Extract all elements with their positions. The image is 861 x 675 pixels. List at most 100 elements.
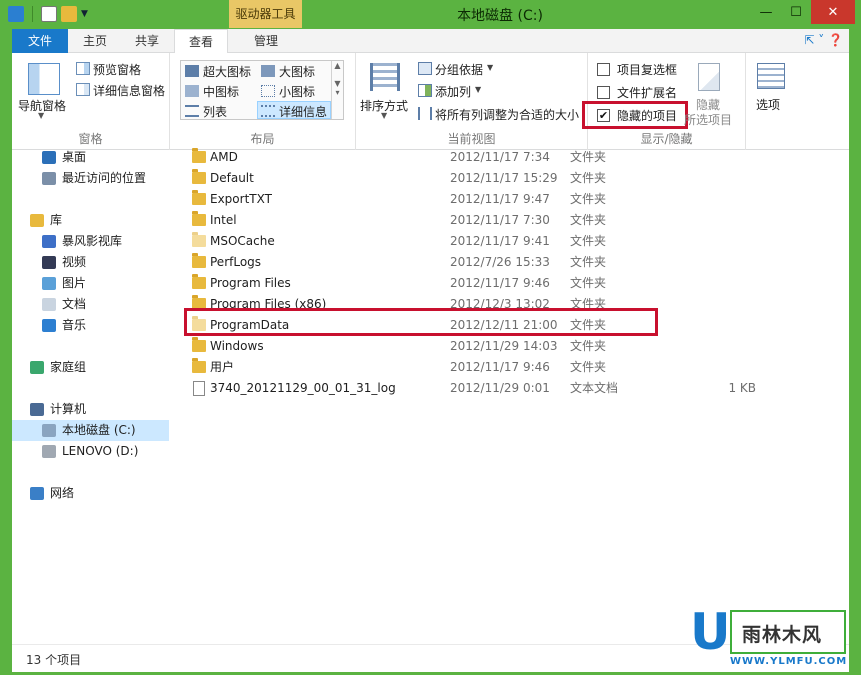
layout-extra-large-icons[interactable]: 超大图标 <box>203 63 251 80</box>
folder-icon <box>192 190 206 205</box>
drive-d-icon <box>42 445 56 458</box>
item-checkboxes-checkbox[interactable] <box>597 63 610 76</box>
tab-manage[interactable]: 管理 <box>230 29 302 53</box>
details-icon <box>261 105 275 117</box>
ribbon-help-icon[interactable]: ⇱ ˅ ❓ <box>804 33 843 47</box>
file-type: 文件夹 <box>570 150 607 164</box>
sidebar-item-pictures[interactable]: 图片 <box>42 273 86 294</box>
layout-large-icons[interactable]: 大图标 <box>279 63 315 80</box>
file-type: 文件夹 <box>570 234 607 248</box>
music-icon <box>42 319 56 332</box>
file-list: AMD 2012/11/17 7:34 文件夹 Default 2012/11/17 1… <box>182 147 849 644</box>
file-extensions-checkbox[interactable] <box>597 86 610 99</box>
sort-dropdown-icon: ▼ <box>381 111 388 120</box>
sidebar-item-music[interactable]: 音乐 <box>42 315 86 336</box>
qat-dropdown-icon[interactable]: ▼ <box>81 9 88 19</box>
table-row[interactable]: PerfLogs 2012/7/26 15:33 文件夹 <box>182 252 782 273</box>
layout-medium-icons[interactable]: 中图标 <box>203 83 239 100</box>
sidebar-item-label: 视频 <box>62 255 87 269</box>
layout-gallery-scroll[interactable]: ▲ ▼ ▾ <box>331 61 343 119</box>
details-pane-icon <box>76 83 90 96</box>
watermark-letter: U <box>690 603 731 661</box>
close-icon[interactable]: ✕ <box>811 0 855 24</box>
folder-icon <box>192 253 206 268</box>
table-row[interactable]: 用户 2012/11/17 9:46 文件夹 <box>182 357 782 378</box>
group-by-icon <box>418 62 432 75</box>
item-count: 13 个项目 <box>26 653 82 667</box>
computer-icon <box>30 403 44 416</box>
sidebar-item-network[interactable]: 网络 <box>30 483 74 504</box>
folder-icon <box>192 337 206 352</box>
ribbon-group-current-view: 排序方式 ▼ 分组依据 ▼ 添加列 ▼ 将所有列调整为合适的大小 当前视图 <box>356 53 588 150</box>
nav-pane-dropdown-icon: ▼ <box>38 111 45 120</box>
sidebar-item-recent-places[interactable]: 最近访问的位置 <box>42 168 146 189</box>
sidebar-item-desktop[interactable]: 桌面 <box>42 147 86 168</box>
file-size: 1 KB <box>728 381 756 395</box>
options-label: 选项 <box>756 98 781 112</box>
table-row[interactable]: Windows 2012/11/29 14:03 文件夹 <box>182 336 782 357</box>
tab-home[interactable]: 主页 <box>70 29 120 53</box>
sidebar-item-drive-d[interactable]: LENOVO (D:) <box>42 441 138 462</box>
file-date-modified: 2012/11/17 15:29 <box>450 171 558 185</box>
watermark-brand: 雨林木风 <box>742 624 823 646</box>
sort-icon <box>370 63 400 91</box>
file-date-modified: 2012/11/17 9:47 <box>450 192 550 206</box>
folder-icon <box>192 274 206 289</box>
panes-group-label: 窗格 <box>78 132 103 146</box>
large-icons-icon <box>261 65 275 77</box>
file-date-modified: 2012/11/29 14:03 <box>450 339 558 353</box>
file-date-modified: 2012/11/17 7:30 <box>450 213 550 227</box>
sidebar-item-computer[interactable]: 计算机 <box>30 399 86 420</box>
tab-file[interactable]: 文件 <box>12 29 68 53</box>
table-row[interactable]: ExportTXT 2012/11/17 9:47 文件夹 <box>182 189 782 210</box>
new-folder-icon[interactable] <box>61 6 77 22</box>
fit-columns-button[interactable]: 将所有列调整为合适的大小 <box>435 106 579 123</box>
tab-share[interactable]: 共享 <box>122 29 172 53</box>
add-columns-button[interactable]: 添加列 <box>435 83 471 100</box>
sidebar-item-library[interactable]: 库 <box>30 210 62 231</box>
sidebar-item-videos[interactable]: 视频 <box>42 252 86 273</box>
file-date-modified: 2012/7/26 15:33 <box>450 255 550 269</box>
tab-view[interactable]: 查看 <box>174 29 228 54</box>
explorer-icon[interactable] <box>8 6 24 22</box>
file-name: MSOCache <box>210 234 275 248</box>
sidebar-item-video-library[interactable]: 暴风影视库 <box>42 231 122 252</box>
hidden-items-highlight-box <box>582 101 688 129</box>
details-pane-button[interactable]: 详细信息窗格 <box>93 82 165 99</box>
file-name: Default <box>210 171 254 185</box>
sidebar-item-homegroup[interactable]: 家庭组 <box>30 357 86 378</box>
sidebar-item-drive-c[interactable]: 本地磁盘 (C:) <box>12 420 169 441</box>
sidebar-item-label: 最近访问的位置 <box>62 171 147 185</box>
table-row[interactable]: MSOCache 2012/11/17 9:41 文件夹 <box>182 231 782 252</box>
sidebar-item-label: 网络 <box>50 486 75 500</box>
maximize-icon[interactable]: ☐ <box>781 0 811 24</box>
layout-small-icons[interactable]: 小图标 <box>279 83 315 100</box>
preview-pane-button[interactable]: 预览窗格 <box>93 61 141 78</box>
documents-icon <box>42 298 56 311</box>
text-file-icon <box>193 381 205 396</box>
add-columns-dropdown-icon[interactable]: ▼ <box>475 85 481 94</box>
table-row[interactable]: Intel 2012/11/17 7:30 文件夹 <box>182 210 782 231</box>
item-checkboxes-label: 项目复选框 <box>617 63 678 77</box>
table-row[interactable]: Default 2012/11/17 15:29 文件夹 <box>182 168 782 189</box>
folder-icon <box>192 211 206 226</box>
ribbon-group-panes: 导航窗格 ▼ 预览窗格 详细信息窗格 窗格 <box>12 53 170 150</box>
content-area: 桌面最近访问的位置库暴风影视库视频图片 文档 音乐家庭组计算机 本地磁盘 (C:) LE… <box>12 147 849 644</box>
file-date-modified: 2012/11/17 7:34 <box>450 150 550 164</box>
file-name: 用户 <box>210 360 235 374</box>
table-row[interactable]: 3740_20121129_00_01_31_log 2012/11/29 0:0… <box>182 378 782 399</box>
minimize-icon[interactable]: — <box>751 0 781 24</box>
options-icon <box>757 63 785 89</box>
layout-list[interactable]: 列表 <box>203 103 227 120</box>
table-row[interactable]: Program Files 2012/11/17 9:46 文件夹 <box>182 273 782 294</box>
layout-details[interactable]: 详细信息 <box>279 103 327 120</box>
group-by-dropdown-icon[interactable]: ▼ <box>487 63 493 72</box>
sidebar-item-documents[interactable]: 文档 <box>42 294 86 315</box>
navigation-pane: 桌面最近访问的位置库暴风影视库视频图片 文档 音乐家庭组计算机 本地磁盘 (C:) LE… <box>12 150 172 644</box>
table-row[interactable]: AMD 2012/11/17 7:34 文件夹 <box>182 147 782 168</box>
file-type: 文件夹 <box>570 192 607 206</box>
drive-c-icon <box>42 424 56 437</box>
properties-icon[interactable] <box>41 6 57 22</box>
group-by-button[interactable]: 分组依据 <box>435 61 483 78</box>
ribbon-group-layout: 超大图标 大图标 中图标 小图标 列表 详细信息 ▲ ▼ ▾ 布局 <box>170 53 356 150</box>
